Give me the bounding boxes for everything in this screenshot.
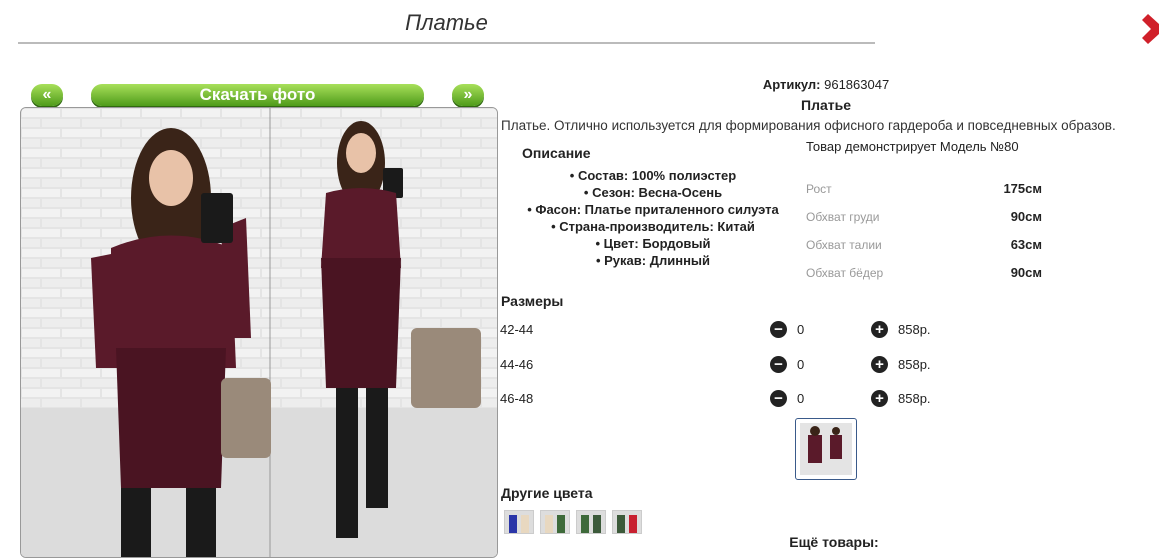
measurement-label: Рост [806, 182, 832, 196]
size-quantity: 0 [797, 357, 805, 372]
article-line: Артикул: 961863047 [500, 77, 1152, 92]
description-item: • Рукав: Длинный [595, 253, 711, 268]
photo-thumbnail[interactable] [795, 418, 857, 480]
measurement-label: Обхват груди [806, 210, 880, 224]
size-price: 858р. [898, 322, 931, 337]
size-price: 858р. [898, 391, 931, 406]
size-quantity: 0 [797, 391, 805, 406]
product-name: Платье [801, 97, 851, 113]
size-row: 44-46 − 0 + 858р. [500, 355, 960, 375]
plus-icon[interactable]: + [871, 356, 888, 373]
product-photo [20, 107, 498, 558]
size-label: 42-44 [500, 322, 534, 337]
size-label: 46-48 [500, 391, 534, 406]
product-summary: Платье. Отлично используется для формиро… [501, 118, 1116, 133]
next-photo-button[interactable]: » [452, 84, 484, 106]
prev-photo-button[interactable]: « [31, 84, 63, 106]
plus-icon[interactable]: + [871, 390, 888, 407]
article-value: 961863047 [824, 77, 890, 92]
measurement-value: 90см [1010, 265, 1042, 280]
size-row: 42-44 − 0 + 858р. [500, 320, 960, 340]
other-colors-heading: Другие цвета [501, 485, 593, 501]
download-photo-button[interactable]: Скачать фото [91, 84, 424, 106]
description-item: • Сезон: Весна-Осень [583, 185, 723, 200]
size-label: 44-46 [500, 357, 534, 372]
page-title: Платье [18, 10, 875, 44]
color-variant-thumbnail[interactable] [612, 510, 642, 534]
description-heading: Описание [522, 145, 591, 161]
description-item: • Страна-производитель: Китай [551, 219, 755, 234]
model-note: Товар демонстрирует Модель №80 [806, 139, 1019, 154]
description-item: • Фасон: Платье приталенного силуэта [527, 202, 779, 217]
plus-icon[interactable]: + [871, 321, 888, 338]
measurement-label: Обхват талии [806, 238, 882, 252]
measurement-value: 90см [1010, 209, 1042, 224]
size-quantity: 0 [797, 322, 805, 337]
measurement-value: 63см [1010, 237, 1042, 252]
minus-icon[interactable]: − [770, 356, 787, 373]
close-icon[interactable] [1142, 14, 1159, 44]
more-products-heading: Ещё товары: [789, 534, 879, 550]
measurement-label: Обхват бёдер [806, 266, 884, 280]
minus-icon[interactable]: − [770, 321, 787, 338]
color-variant-thumbnail[interactable] [504, 510, 534, 534]
measurement-value: 175см [1003, 181, 1042, 196]
description-item: • Цвет: Бордовый [595, 236, 711, 251]
article-label: Артикул: [762, 77, 821, 92]
color-variant-thumbnail[interactable] [576, 510, 606, 534]
size-price: 858р. [898, 357, 931, 372]
sizes-heading: Размеры [501, 293, 564, 309]
description-item: • Состав: 100% полиэстер [569, 168, 737, 183]
size-row: 46-48 − 0 + 858р. [500, 389, 960, 409]
minus-icon[interactable]: − [770, 390, 787, 407]
description-list: • Состав: 100% полиэстер • Сезон: Весна-… [500, 167, 806, 269]
color-variant-thumbnail[interactable] [540, 510, 570, 534]
